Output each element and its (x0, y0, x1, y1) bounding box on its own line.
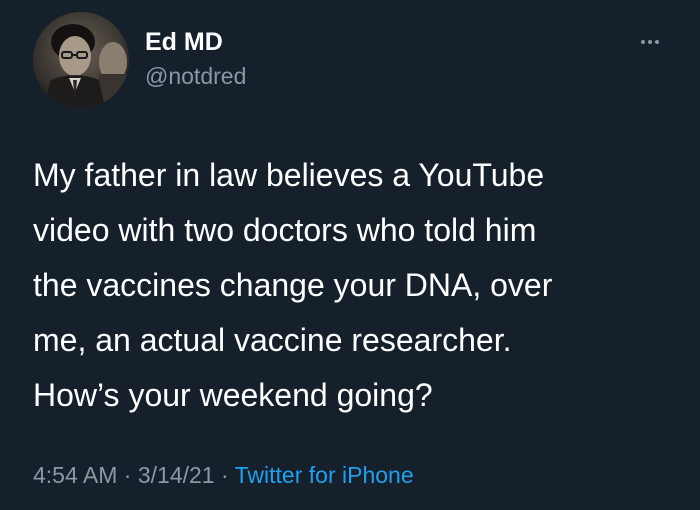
tweet-text-line: the vaccines change your DNA, over (33, 267, 553, 303)
tweet-card: Ed MD @notdred My father in law believes… (0, 0, 700, 510)
tweet-meta: 4:54 AM · 3/14/21 · Twitter for iPhone (33, 460, 414, 490)
tweet-text-line: me, an actual vaccine researcher. (33, 322, 512, 358)
more-horizontal-icon (648, 40, 652, 44)
more-options-button[interactable] (632, 30, 668, 54)
avatar[interactable] (33, 12, 129, 108)
tweet-text: My father in law believes a YouTube vide… (33, 148, 673, 423)
tweet-text-line: How’s your weekend going? (33, 377, 433, 413)
avatar-photo (33, 12, 129, 108)
user-handle[interactable]: @notdred (145, 62, 246, 90)
meta-separator: · (220, 462, 229, 488)
tweet-date[interactable]: 3/14/21 (138, 462, 215, 488)
tweet-text-line: video with two doctors who told him (33, 212, 537, 248)
display-name[interactable]: Ed MD (145, 27, 223, 57)
more-horizontal-icon (641, 40, 645, 44)
more-horizontal-icon (655, 40, 659, 44)
tweet-time[interactable]: 4:54 AM (33, 462, 117, 488)
meta-separator: · (123, 462, 132, 488)
tweet-text-line: My father in law believes a YouTube (33, 157, 545, 193)
tweet-source-link[interactable]: Twitter for iPhone (235, 462, 414, 488)
